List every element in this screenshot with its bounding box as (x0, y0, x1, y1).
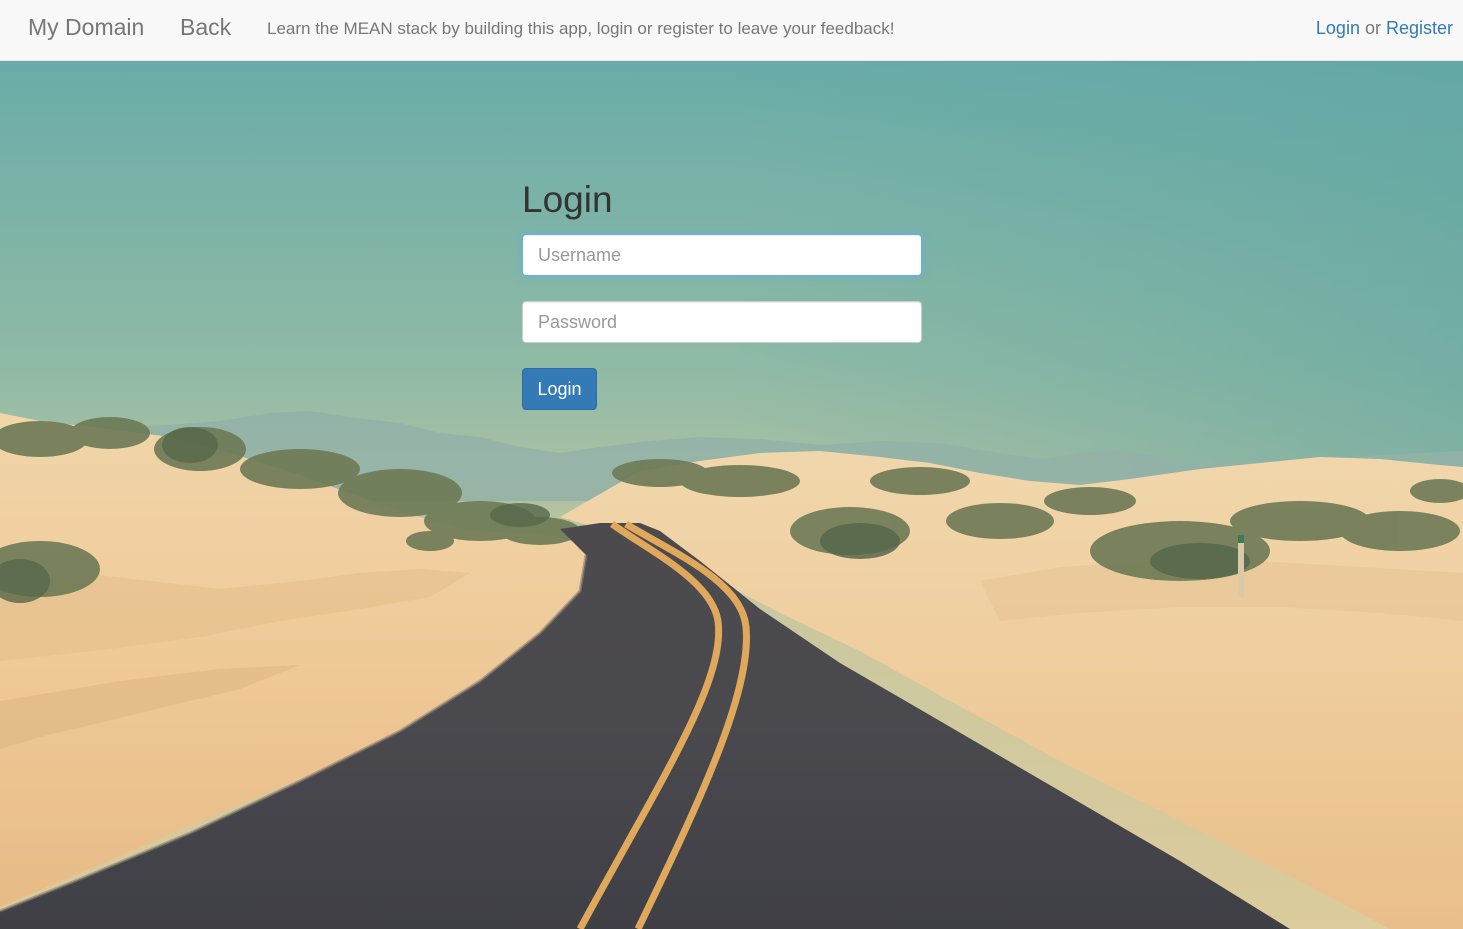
auth-separator: or (1359, 18, 1386, 38)
brand-link[interactable]: My Domain (28, 14, 144, 41)
password-input[interactable] (522, 301, 922, 343)
login-submit-button[interactable]: Login (522, 368, 597, 410)
nav-register-link[interactable]: Register (1386, 18, 1453, 38)
login-heading: Login (522, 179, 613, 220)
back-link[interactable]: Back (180, 14, 231, 41)
auth-links: Login or Register (1316, 18, 1453, 39)
username-input[interactable] (522, 234, 922, 276)
top-navbar: My Domain Back Learn the MEAN stack by b… (0, 0, 1463, 61)
nav-login-link[interactable]: Login (1316, 18, 1360, 38)
login-form: Login Login (522, 178, 922, 410)
navbar-message: Learn the MEAN stack by building this ap… (267, 19, 895, 38)
